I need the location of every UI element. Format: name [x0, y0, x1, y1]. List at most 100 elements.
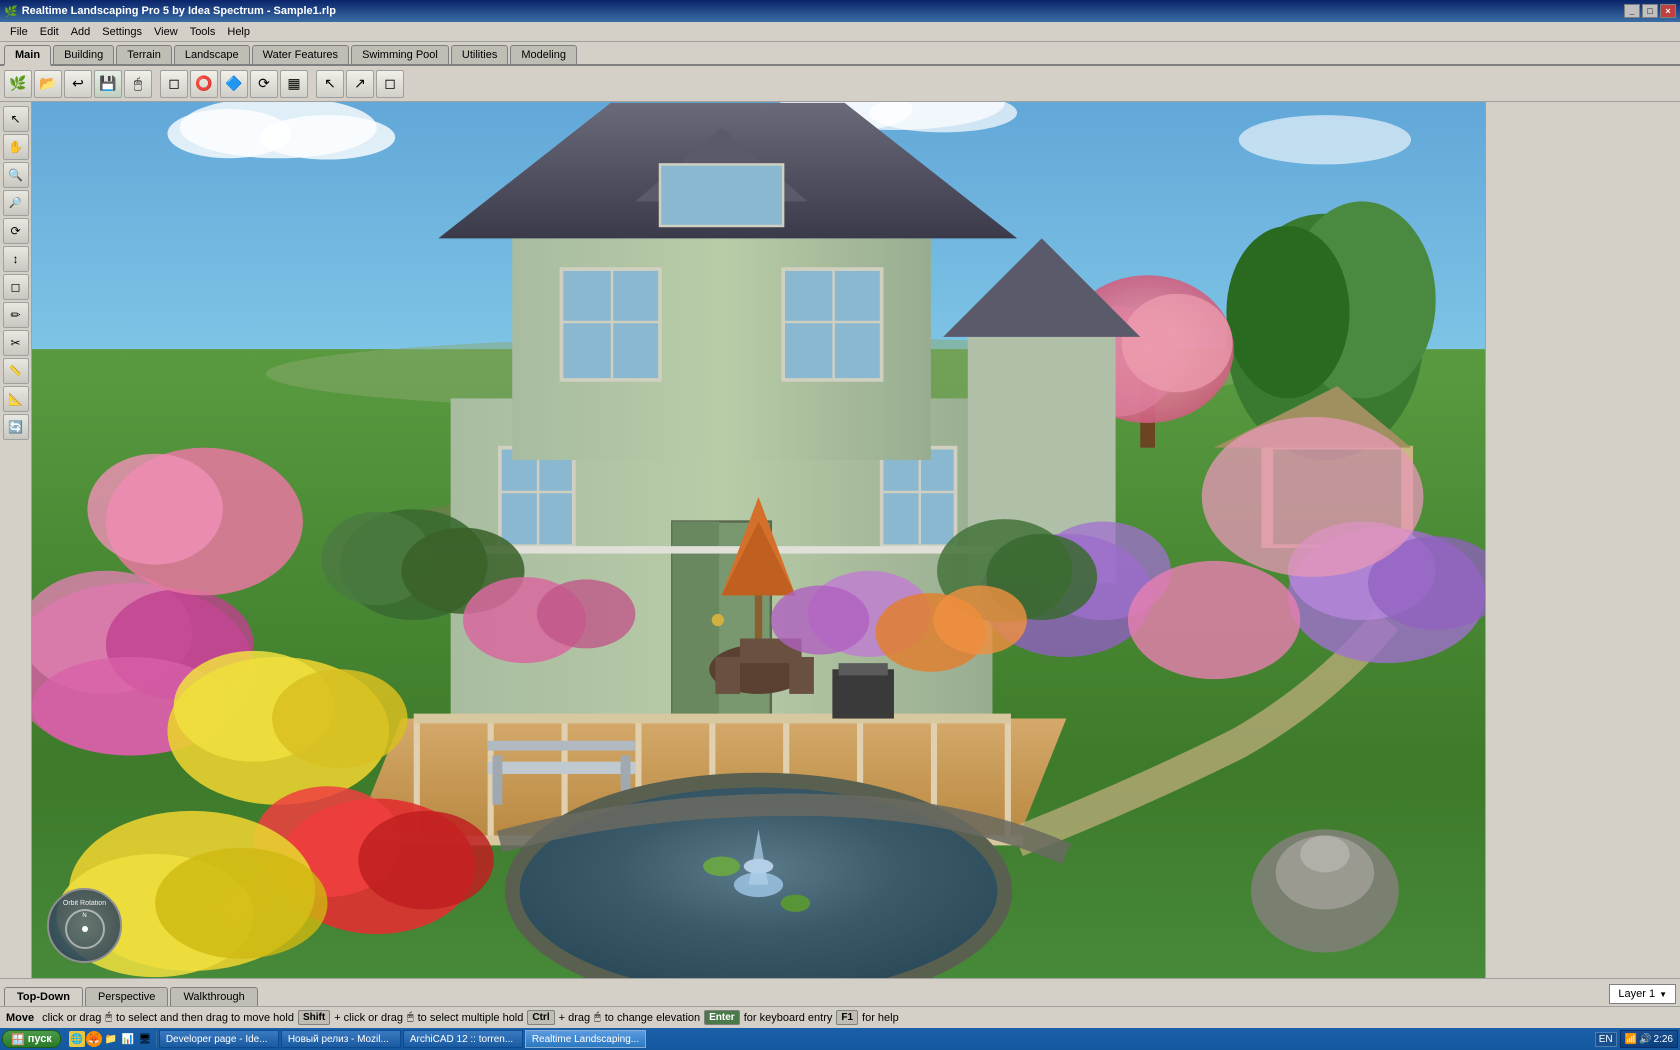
tool-cut[interactable]: ✂ — [3, 330, 29, 356]
status-text7: for keyboard entry — [744, 1012, 833, 1024]
layer-dropdown-icon: ▼ — [1659, 990, 1667, 999]
titlebar: 🌿 Realtime Landscaping Pro 5 by Idea Spe… — [0, 0, 1680, 22]
toolbar-btn12[interactable]: ↗ — [346, 70, 374, 98]
tool-draw[interactable]: ✏ — [3, 302, 29, 328]
scene-svg — [32, 102, 1485, 978]
taskbar-item-label-0: Developer page - Ide... — [166, 1034, 268, 1045]
ql-ie-icon[interactable]: 🌐 — [69, 1031, 85, 1047]
ctrl-key: Ctrl — [527, 1010, 554, 1025]
menu-edit[interactable]: Edit — [34, 24, 65, 40]
system-tray: EN 📶 🔊 2:26 — [1595, 1030, 1678, 1048]
cursor-icon2: 🖱 — [407, 1011, 414, 1024]
status-text5: + drag — [559, 1012, 591, 1024]
sys-tray: 📶 🔊 2:26 — [1620, 1030, 1678, 1048]
toolbar-new-btn[interactable]: 🌿 — [4, 70, 32, 98]
toolbar: 🌿 📂 ↩ 💾 🖱 ◻ ⭕ 🔷 ⟳ ▦ ↖ ↗ ◻ — [0, 66, 1680, 102]
taskbar: 🪟 пуск 🌐 🦊 📁 📊 🖥 Developer page - Ide...… — [0, 1028, 1680, 1050]
status-text2: to select and then drag to move hold — [116, 1012, 294, 1024]
menu-settings[interactable]: Settings — [96, 24, 148, 40]
toolbar-btn8[interactable]: 🔷 — [220, 70, 248, 98]
taskbar-item-2[interactable]: ArchiCAD 12 :: torren... — [403, 1030, 523, 1048]
menu-tools[interactable]: Tools — [184, 24, 222, 40]
tool-elevation[interactable]: ↕ — [3, 246, 29, 272]
tab-swimming-pool[interactable]: Swimming Pool — [351, 45, 449, 64]
tool-zoom-in[interactable]: 🔍 — [3, 162, 29, 188]
lang-indicator: EN — [1595, 1032, 1617, 1047]
toolbar-btn9[interactable]: ⟳ — [250, 70, 278, 98]
tool-measure[interactable]: 📏 — [3, 358, 29, 384]
tab-bar: Main Building Terrain Landscape Water Fe… — [0, 42, 1680, 66]
main-content: ↖ ✋ 🔍 🔎 ⟳ ↕ ◻ ✏ ✂ 📏 📐 🔄 — [0, 102, 1680, 978]
toolbar-save-btn[interactable]: 💾 — [94, 70, 122, 98]
cursor-icon3: 🖱 — [594, 1011, 601, 1024]
taskbar-item-3[interactable]: Realtime Landscaping... — [525, 1030, 646, 1048]
toolbar-btn5[interactable]: 🖱 — [124, 70, 152, 98]
tool-rect[interactable]: ◻ — [3, 274, 29, 300]
tool-orbit[interactable]: ⟳ — [3, 218, 29, 244]
orbit-circle: N — [65, 909, 105, 949]
menubar: File Edit Add Settings View Tools Help — [0, 22, 1680, 42]
taskbar-item-label-1: Новый релиз - Mozil... — [288, 1034, 389, 1045]
tab-building[interactable]: Building — [53, 45, 114, 64]
taskbar-item-0[interactable]: Developer page - Ide... — [159, 1030, 279, 1048]
quick-launch: 🌐 🦊 📁 📊 🖥 — [69, 1031, 157, 1047]
tool-zoom-out[interactable]: 🔎 — [3, 190, 29, 216]
bottom-tab-bar: Top-Down Perspective Walkthrough Layer 1… — [0, 978, 1680, 1006]
start-button[interactable]: 🪟 пуск — [2, 1030, 61, 1048]
tool-pan[interactable]: ✋ — [3, 134, 29, 160]
tab-main[interactable]: Main — [4, 45, 51, 66]
ql-firefox-icon[interactable]: 🦊 — [86, 1031, 102, 1047]
titlebar-controls[interactable]: _ □ × — [1624, 4, 1676, 18]
toolbar-undo-btn[interactable]: ↩ — [64, 70, 92, 98]
menu-add[interactable]: Add — [65, 24, 97, 40]
maximize-button[interactable]: □ — [1642, 4, 1658, 18]
start-icon: 🪟 — [11, 1033, 25, 1046]
taskbar-item-1[interactable]: Новый релиз - Mozil... — [281, 1030, 401, 1048]
tab-utilities[interactable]: Utilities — [451, 45, 508, 64]
taskbar-item-label-2: ArchiCAD 12 :: torren... — [410, 1034, 513, 1045]
status-move: Move — [6, 1012, 34, 1024]
ql-icon5[interactable]: 🖥 — [137, 1031, 153, 1047]
minimize-button[interactable]: _ — [1624, 4, 1640, 18]
orbit-compass[interactable]: Orbit Rotation N — [47, 888, 122, 963]
close-button[interactable]: × — [1660, 4, 1676, 18]
tab-terrain[interactable]: Terrain — [116, 45, 172, 64]
toolbar-open-btn[interactable]: 📂 — [34, 70, 62, 98]
tab-perspective[interactable]: Perspective — [85, 987, 168, 1006]
shift-key: Shift — [298, 1010, 330, 1025]
left-tool-panel: ↖ ✋ 🔍 🔎 ⟳ ↕ ◻ ✏ ✂ 📏 📐 🔄 — [0, 102, 32, 978]
tab-topdown[interactable]: Top-Down — [4, 987, 83, 1006]
right-panel — [1485, 102, 1680, 978]
menu-file[interactable]: File — [4, 24, 34, 40]
cursor-icon: 🖱 — [105, 1011, 112, 1024]
viewport[interactable]: Orbit Rotation N — [32, 102, 1485, 978]
tab-landscape[interactable]: Landscape — [174, 45, 250, 64]
enter-key: Enter — [704, 1010, 740, 1025]
orbit-label: Orbit Rotation — [63, 900, 106, 907]
status-text1: click or drag — [42, 1012, 101, 1024]
f1-key: F1 — [836, 1010, 858, 1025]
titlebar-left: 🌿 Realtime Landscaping Pro 5 by Idea Spe… — [4, 5, 336, 18]
ql-icon4[interactable]: 📊 — [120, 1031, 136, 1047]
start-label: пуск — [28, 1033, 52, 1045]
taskbar-item-label-3: Realtime Landscaping... — [532, 1034, 639, 1045]
tool-angle[interactable]: 📐 — [3, 386, 29, 412]
menu-help[interactable]: Help — [221, 24, 256, 40]
toolbar-btn7[interactable]: ⭕ — [190, 70, 218, 98]
volume-icon: 🔊 — [1639, 1034, 1651, 1045]
tab-modeling[interactable]: Modeling — [510, 45, 577, 64]
tab-walkthrough[interactable]: Walkthrough — [170, 987, 257, 1006]
toolbar-btn11[interactable]: ↖ — [316, 70, 344, 98]
layer-indicator[interactable]: Layer 1 ▼ — [1609, 984, 1676, 1004]
tab-water-features[interactable]: Water Features — [252, 45, 349, 64]
tool-rotate[interactable]: 🔄 — [3, 414, 29, 440]
tool-select[interactable]: ↖ — [3, 106, 29, 132]
ql-icon3[interactable]: 📁 — [103, 1031, 119, 1047]
status-text3: + click or drag — [334, 1012, 403, 1024]
status-text6: to change elevation — [605, 1012, 700, 1024]
menu-view[interactable]: View — [148, 24, 184, 40]
toolbar-btn10[interactable]: ▦ — [280, 70, 308, 98]
status-text8: for help — [862, 1012, 899, 1024]
toolbar-btn6[interactable]: ◻ — [160, 70, 188, 98]
toolbar-btn13[interactable]: ◻ — [376, 70, 404, 98]
